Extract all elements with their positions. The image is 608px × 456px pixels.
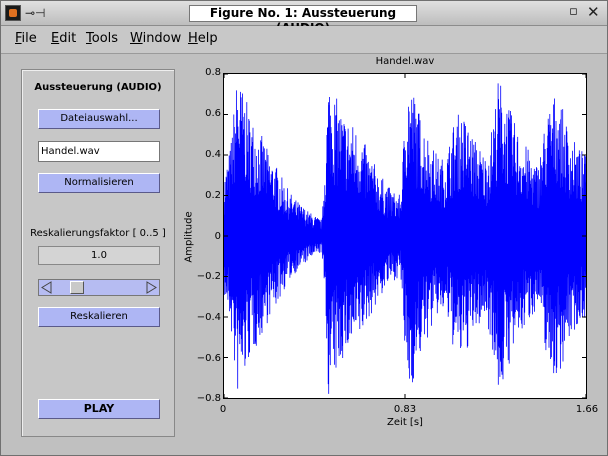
menu-tools[interactable]: Tools [86, 31, 118, 46]
file-name-field[interactable]: Handel.wav [38, 141, 160, 162]
x-tick-label: 1.66 [575, 404, 599, 415]
y-tick-label: −0.8 [196, 393, 221, 404]
menu-bar: File Edit Tools Window Help [1, 26, 607, 54]
close-icon[interactable]: ✕ [587, 3, 600, 21]
waveform-plot [224, 74, 586, 398]
slider-left-arrow-icon[interactable] [40, 281, 54, 294]
y-axis-label: Amplitude [183, 211, 195, 263]
y-tick-label: 0.6 [205, 108, 221, 119]
menu-window[interactable]: Window [130, 31, 181, 46]
y-tick-label: −0.2 [196, 271, 221, 282]
y-tick-label: −0.4 [196, 312, 221, 323]
pin-icon[interactable]: ⊸⊣ [25, 6, 46, 20]
rescale-button[interactable]: Reskalieren [38, 307, 160, 327]
menu-edit[interactable]: Edit [51, 31, 76, 46]
y-tick-label: 0.8 [205, 67, 221, 78]
factor-label: Reskalierungsfaktor [ 0..5 ] [30, 228, 166, 239]
factor-value: 1.0 [38, 246, 160, 265]
y-tick-label: 0.4 [205, 149, 221, 160]
plot-title: Handel.wav [375, 56, 435, 67]
plot-axes[interactable] [223, 73, 587, 399]
window-title: Figure No. 1: Aussteuerung (AUDIO) [189, 5, 417, 35]
x-tick-label: 0.83 [393, 404, 417, 415]
menu-help[interactable]: Help [188, 31, 218, 46]
slider-right-arrow-icon[interactable] [144, 281, 158, 294]
waveform-line [224, 83, 586, 394]
menu-file[interactable]: File [15, 31, 37, 46]
normalize-button[interactable]: Normalisieren [38, 173, 160, 193]
factor-slider[interactable] [38, 279, 160, 296]
matlab-icon[interactable] [5, 5, 21, 21]
panel-title: Aussteuerung (AUDIO) [34, 82, 162, 93]
y-tick-label: −0.6 [196, 353, 221, 364]
title-bar[interactable]: ⊸⊣ Figure No. 1: Aussteuerung (AUDIO) ▫ … [1, 1, 607, 35]
slider-thumb[interactable] [69, 281, 84, 294]
control-panel: Aussteuerung (AUDIO) Dateiauswahl... Han… [21, 69, 175, 437]
file-select-button[interactable]: Dateiauswahl... [38, 109, 160, 129]
maximize-icon[interactable]: ▫ [569, 4, 578, 19]
figure-window: ⊸⊣ Figure No. 1: Aussteuerung (AUDIO) ▫ … [0, 0, 608, 456]
play-button[interactable]: PLAY [38, 399, 160, 419]
x-axis-label: Zeit [s] [387, 417, 423, 428]
x-tick-label: 0 [219, 404, 227, 415]
y-tick-label: 0.2 [205, 190, 221, 201]
